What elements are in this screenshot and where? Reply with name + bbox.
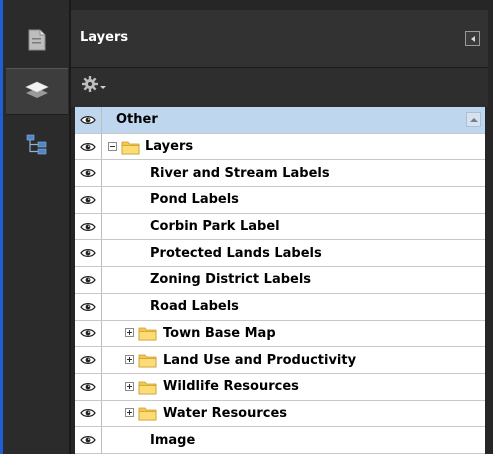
expand-icon[interactable] (125, 408, 134, 418)
layer-label: River and Stream Labels (150, 165, 330, 181)
visibility-eye-icon[interactable] (75, 213, 102, 240)
layer-row[interactable]: Wildlife Resources (75, 373, 485, 401)
scroll-up-button[interactable] (466, 112, 481, 127)
expand-icon[interactable] (125, 328, 134, 338)
collapse-icon[interactable] (108, 141, 117, 151)
layer-row[interactable]: Corbin Park Label (75, 213, 485, 241)
options-menu-button[interactable] (81, 75, 106, 97)
layer-row[interactable]: Town Base Map (75, 320, 485, 348)
page-thumbnails-button[interactable] (6, 28, 68, 56)
layer-label: Town Base Map (163, 325, 276, 341)
visibility-eye-icon[interactable] (75, 400, 102, 427)
panel-header: Layers (71, 10, 488, 68)
visibility-eye-icon[interactable] (75, 293, 102, 320)
layer-row[interactable]: Protected Lands Labels (75, 240, 485, 268)
visibility-eye-icon[interactable] (75, 427, 102, 453)
layer-label: Layers (145, 139, 194, 155)
visibility-eye-icon[interactable] (75, 320, 102, 347)
layers-button[interactable] (6, 68, 68, 115)
visibility-eye-icon[interactable] (75, 160, 102, 187)
folder-icon (121, 139, 140, 159)
model-tree-button[interactable] (6, 131, 68, 161)
chevron-down-icon (100, 85, 106, 89)
folder-icon (138, 405, 157, 425)
layer-row[interactable]: Zoning District Labels (75, 267, 485, 294)
layers-tree: Other Layers River and Stream Labels Pond L… (75, 107, 485, 454)
visibility-eye-icon[interactable] (75, 187, 102, 213)
visibility-eye-icon[interactable] (75, 107, 102, 133)
layer-label: Protected Lands Labels (150, 245, 322, 261)
layer-label: Road Labels (150, 299, 239, 315)
panel-toolbar (71, 68, 488, 107)
gear-icon (81, 75, 99, 97)
layer-row[interactable]: Other (75, 107, 485, 134)
layer-row[interactable]: Water Resources (75, 400, 485, 428)
folder-icon (138, 352, 157, 372)
layer-label: Other (116, 112, 158, 128)
folder-icon (138, 379, 157, 399)
layer-row[interactable]: Layers (75, 133, 485, 161)
layer-label: Image (150, 432, 196, 448)
visibility-eye-icon[interactable] (75, 133, 102, 160)
model-tree-icon (26, 133, 48, 159)
layer-label: Wildlife Resources (163, 379, 299, 395)
layer-row[interactable]: Image (75, 427, 485, 454)
layer-row[interactable]: River and Stream Labels (75, 160, 485, 188)
collapse-arrow-icon (470, 35, 475, 42)
layer-label: Pond Labels (150, 192, 239, 208)
layer-label: Zoning District Labels (150, 272, 312, 288)
visibility-eye-icon[interactable] (75, 267, 102, 293)
visibility-eye-icon[interactable] (75, 347, 102, 373)
folder-icon (138, 325, 157, 345)
layer-row[interactable]: Pond Labels (75, 187, 485, 214)
panel-title: Layers (80, 30, 129, 45)
layer-label: Corbin Park Label (150, 219, 280, 235)
layer-row[interactable]: Road Labels (75, 293, 485, 321)
expand-icon[interactable] (125, 355, 134, 365)
layer-label: Land Use and Productivity (163, 352, 357, 368)
layers-icon (25, 79, 49, 105)
page-thumbnails-icon (28, 29, 46, 55)
layer-label: Water Resources (163, 405, 288, 421)
chevron-up-icon (469, 117, 478, 122)
expand-icon[interactable] (125, 381, 134, 391)
layer-row[interactable]: Land Use and Productivity (75, 347, 485, 374)
visibility-eye-icon[interactable] (75, 373, 102, 400)
collapse-panel-button[interactable] (465, 31, 480, 46)
visibility-eye-icon[interactable] (75, 240, 102, 267)
